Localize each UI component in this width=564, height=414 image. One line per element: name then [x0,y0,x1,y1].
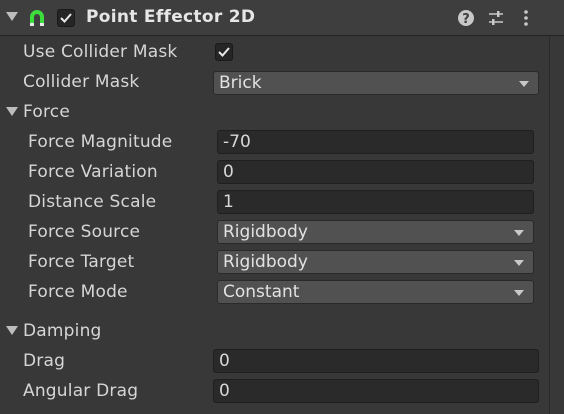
collider-mask-dropdown[interactable]: Brick [213,71,539,95]
magnet-icon [30,10,44,26]
component-title: Point Effector 2D [86,7,256,27]
component-enabled-checkbox[interactable] [57,9,75,27]
preset-icon[interactable] [486,8,506,28]
force-mode-value: Constant [223,282,300,302]
dropdown-arrow-icon [514,230,524,236]
dropdown-arrow-icon [519,81,529,87]
foldout-arrow-icon[interactable] [6,12,18,21]
use-collider-mask-label: Use Collider Mask [23,42,178,62]
component-header[interactable]: Point Effector 2D ? [0,0,564,36]
dropdown-arrow-icon [514,290,524,296]
force-section-label[interactable]: Force [23,102,70,122]
force-magnitude-label: Force Magnitude [28,132,173,152]
force-target-label: Force Target [28,252,135,272]
distance-scale-label: Distance Scale [28,192,157,212]
force-magnitude-input[interactable]: -70 [217,130,534,154]
distance-scale-input[interactable]: 1 [217,190,534,214]
damping-foldout-arrow-icon[interactable] [6,326,18,335]
collider-mask-value: Brick [219,73,262,93]
drag-label: Drag [23,351,66,371]
force-foldout-arrow-icon[interactable] [6,107,18,116]
more-icon[interactable] [516,8,536,28]
checkmark-icon [218,47,230,57]
force-mode-dropdown[interactable]: Constant [217,280,534,304]
checkmark-icon [60,13,72,23]
use-collider-mask-checkbox[interactable] [215,43,233,61]
dropdown-arrow-icon [514,260,524,266]
force-target-dropdown[interactable]: Rigidbody [217,250,534,274]
angular-drag-label: Angular Drag [23,381,139,401]
damping-section-label[interactable]: Damping [23,321,102,341]
collider-mask-label: Collider Mask [23,72,140,92]
force-source-value: Rigidbody [223,222,308,242]
force-source-label: Force Source [28,222,141,242]
force-target-value: Rigidbody [223,252,308,272]
force-variation-label: Force Variation [28,162,158,182]
force-source-dropdown[interactable]: Rigidbody [217,220,534,244]
force-mode-label: Force Mode [28,282,128,302]
inspector-edge [549,36,550,414]
help-icon[interactable]: ? [456,8,476,28]
force-variation-input[interactable]: 0 [217,160,534,184]
svg-text:?: ? [462,12,470,27]
drag-input[interactable]: 0 [213,349,539,373]
angular-drag-input[interactable]: 0 [213,379,539,403]
